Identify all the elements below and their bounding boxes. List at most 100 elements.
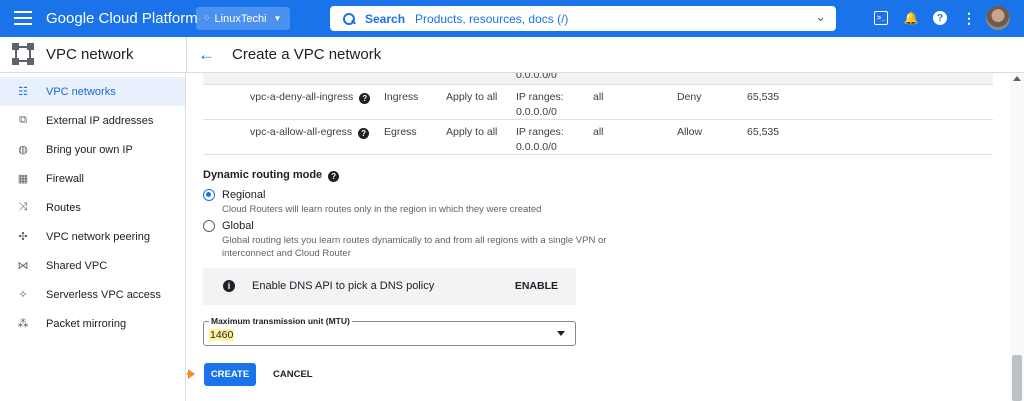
cloud-shell-icon[interactable]: >_ — [874, 11, 888, 25]
dns-banner-text: Enable DNS API to pick a DNS policy — [252, 280, 435, 292]
sidebar-item-shared-vpc[interactable]: ⋈ Shared VPC — [0, 251, 185, 280]
sidebar-item-label: Packet mirroring — [46, 317, 127, 330]
rule-name: vpc-a-deny-all-ingress? — [250, 91, 371, 104]
sidebar-item-vpc-peering[interactable]: ✣ VPC network peering — [0, 222, 185, 251]
help-icon[interactable]: ? — [328, 171, 340, 182]
sidebar-item-label: Shared VPC — [46, 259, 108, 272]
scrollbar[interactable] — [1010, 73, 1024, 401]
global-description-line-2: interconnect and Cloud Router — [222, 248, 351, 259]
create-button[interactable]: CREATE — [204, 363, 256, 386]
back-arrow-icon[interactable]: ← — [198, 45, 215, 65]
rule-direction: Ingress — [384, 91, 419, 103]
sidebar-item-label: Bring your own IP — [46, 143, 133, 156]
top-app-bar: Google Cloud Platform ⁘ LinuxTechi ▼ Sea… — [0, 0, 1024, 37]
help-icon[interactable]: ? — [359, 93, 371, 104]
mtu-value: 1460 — [209, 329, 235, 341]
chevron-down-icon[interactable]: ⌄ — [815, 9, 826, 25]
filter-value: 0.0.0.0/0 — [516, 73, 557, 81]
sidebar-item-vpc-networks[interactable]: ☷ VPC networks — [0, 77, 185, 106]
cancel-button[interactable]: CANCEL — [273, 363, 313, 386]
globe-icon: ◍ — [18, 144, 28, 156]
sidebar-item-label: Serverless VPC access — [46, 288, 161, 301]
vpc-product-icon — [12, 43, 34, 65]
sidebar-item-packet-mirroring[interactable]: ⁂ Packet mirroring — [0, 309, 185, 338]
global-radio[interactable] — [203, 220, 215, 232]
sidebar-item-label: VPC networks — [46, 85, 116, 98]
rule-protocols: all — [593, 91, 604, 103]
sidebar-item-label: Routes — [46, 201, 81, 214]
project-icon: ⁘ — [203, 13, 210, 23]
project-name: LinuxTechi — [214, 12, 267, 25]
table-row: vpc-a-allow-all-egress? Egress Apply to … — [203, 120, 993, 155]
search-icon — [342, 12, 356, 26]
menu-icon[interactable] — [14, 11, 32, 25]
rule-filter-value: 0.0.0.0/0 — [516, 106, 557, 118]
page-title: Create a VPC network — [232, 46, 382, 63]
routing-mode-title-text: Dynamic routing mode — [203, 169, 323, 181]
mtu-label: Maximum transmission unit (MTU) — [209, 316, 352, 326]
vpc-networks-icon: ☷ — [18, 86, 28, 98]
search-label: Search — [365, 11, 406, 26]
more-options-icon[interactable]: ⋮ — [962, 10, 976, 26]
mtu-select[interactable]: Maximum transmission unit (MTU) 1460 — [203, 316, 576, 346]
rule-action: Deny — [677, 91, 702, 103]
sidebar-item-routes[interactable]: ⤨ Routes — [0, 193, 185, 222]
table-row: vpc-a-deny-all-ingress? Ingress Apply to… — [203, 85, 993, 120]
rule-action: Allow — [677, 126, 703, 138]
brand-title[interactable]: Google Cloud Platform — [46, 10, 198, 27]
rule-name: vpc-a-allow-all-egress? — [250, 126, 370, 139]
rule-filter-label: IP ranges: — [516, 91, 564, 103]
firewall-rules-table: 0.0.0.0/0 vpc-a-deny-all-ingress? Ingres… — [203, 73, 993, 155]
sidebar-item-label: VPC network peering — [46, 230, 150, 243]
external-ip-icon: ⧉ — [19, 114, 27, 126]
sidebar-item-label: External IP addresses — [46, 114, 154, 127]
scrollbar-thumb[interactable] — [1012, 355, 1022, 401]
serverless-icon: ✧ — [18, 289, 28, 301]
caret-down-icon: ▼ — [273, 14, 282, 23]
rule-name-text: vpc-a-allow-all-egress — [250, 126, 353, 138]
avatar[interactable] — [986, 6, 1010, 30]
sidebar-item-firewall[interactable]: ▦ Firewall — [0, 164, 185, 193]
divider — [186, 37, 187, 73]
search-placeholder: Products, resources, docs (/) — [415, 11, 569, 26]
rule-filter-label: IP ranges: — [516, 126, 564, 138]
rule-applies: Apply to all — [446, 126, 498, 138]
sidebar-item-label: Firewall — [46, 172, 84, 185]
sidebar: ☷ VPC networks ⧉ External IP addresses ◍… — [0, 73, 186, 401]
dropdown-arrow-icon — [557, 331, 565, 336]
main-content: 0.0.0.0/0 vpc-a-deny-all-ingress? Ingres… — [187, 73, 1024, 401]
firewall-icon: ▦ — [17, 173, 29, 185]
global-label[interactable]: Global — [222, 220, 254, 232]
rule-filter-value: 0.0.0.0/0 — [516, 141, 557, 153]
rule-applies: Apply to all — [446, 91, 498, 103]
regional-radio[interactable] — [203, 189, 215, 201]
sidebar-item-byoip[interactable]: ◍ Bring your own IP — [0, 135, 185, 164]
product-title: VPC network — [46, 46, 134, 63]
project-selector[interactable]: ⁘ LinuxTechi ▼ — [196, 7, 290, 30]
scroll-up-icon[interactable] — [1013, 76, 1021, 81]
regional-description: Cloud Routers will learn routes only in … — [222, 204, 542, 215]
page-header: VPC network ← Create a VPC network — [0, 37, 1024, 73]
rule-protocols: all — [593, 126, 604, 138]
enable-dns-button[interactable]: ENABLE — [515, 280, 558, 292]
annotation-arrow — [187, 369, 195, 379]
info-icon: i — [223, 280, 235, 292]
help-icon[interactable]: ? — [933, 11, 947, 25]
rule-direction: Egress — [384, 126, 417, 138]
notifications-icon[interactable]: 🔔 — [904, 11, 919, 25]
routes-icon: ⤨ — [18, 201, 28, 213]
rule-priority: 65,535 — [747, 126, 780, 138]
search-bar[interactable]: Search Products, resources, docs (/) ⌄ — [330, 6, 836, 31]
packet-mirroring-icon: ⁂ — [17, 318, 29, 330]
help-icon[interactable]: ? — [358, 128, 370, 139]
sidebar-item-external-ip[interactable]: ⧉ External IP addresses — [0, 106, 185, 135]
dns-api-banner: i Enable DNS API to pick a DNS policy EN… — [203, 268, 576, 305]
peering-icon: ✣ — [18, 231, 28, 243]
routing-mode-title: Dynamic routing mode? — [203, 169, 340, 182]
table-row: 0.0.0.0/0 — [203, 73, 993, 85]
regional-label[interactable]: Regional — [222, 189, 265, 201]
rule-priority: 65,535 — [747, 91, 780, 103]
sidebar-item-serverless-vpc[interactable]: ✧ Serverless VPC access — [0, 280, 185, 309]
shared-vpc-icon: ⋈ — [17, 260, 29, 272]
rule-name-text: vpc-a-deny-all-ingress — [250, 91, 354, 103]
